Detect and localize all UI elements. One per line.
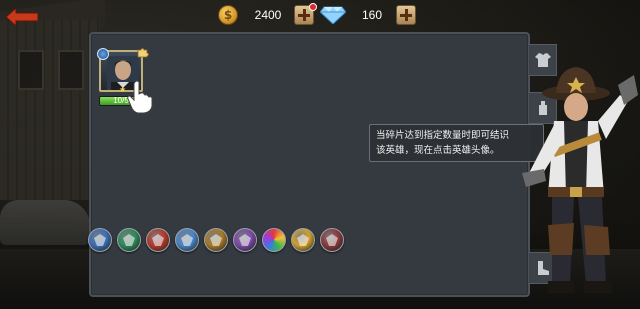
filter-class-3-icon [152,234,164,246]
puzzle-piece-icon [137,48,149,58]
filter-class-6-icon [239,234,251,246]
tap-hand-icon [127,80,153,114]
gem-counter: 160 [320,4,416,26]
hero-class-badge-icon [97,48,109,60]
gold-value: 2400 [254,8,282,22]
filter-all-colors-button[interactable] [262,228,286,252]
filter-special-icon [326,234,338,246]
filter-class-5-button[interactable] [204,228,228,252]
add-gold-button[interactable] [294,3,317,25]
background-car [0,200,90,245]
diamond-icon [320,6,346,24]
filter-class-3-button[interactable] [146,228,170,252]
gem-value: 160 [361,8,383,22]
filter-gold-icon [297,234,309,246]
filter-class-6-button[interactable] [233,228,257,252]
background-house [0,20,100,200]
gold-counter: $ 2400 [218,3,317,26]
filter-class-1-button[interactable] [88,228,112,252]
add-gems-button[interactable] [396,5,416,25]
filter-gold-button[interactable] [291,228,315,252]
house-window [58,50,84,90]
filter-class-5-icon [210,234,222,246]
filter-class-2-icon [123,234,135,246]
class-filter-row [88,228,358,254]
filter-special-button[interactable] [320,228,344,252]
filter-class-4-button[interactable] [175,228,199,252]
back-arrow-icon[interactable] [6,8,38,26]
filter-all-colors-icon [267,233,281,247]
filter-class-2-button[interactable] [117,228,141,252]
filter-class-1-icon [94,234,106,246]
notification-dot [309,3,317,11]
hero-character-art [522,67,638,293]
hero-fragments-panel: ★ 10/5 [89,32,530,297]
filter-class-4-icon [181,234,193,246]
coin-icon: $ [218,5,238,25]
hero-card[interactable]: ★ 10/5 [97,48,153,114]
house-window [18,50,44,90]
